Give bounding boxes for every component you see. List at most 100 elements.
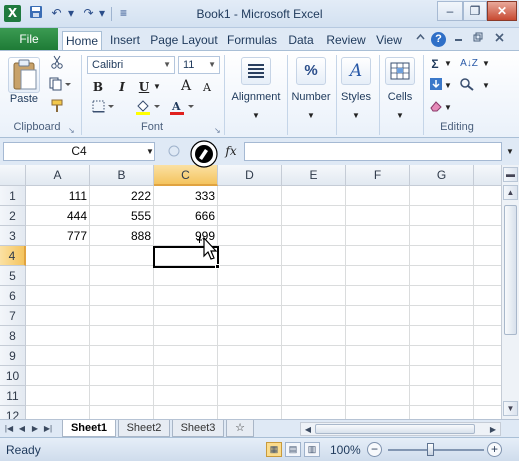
- column-header-e[interactable]: E: [282, 165, 346, 186]
- next-sheet-icon[interactable]: ▶: [29, 422, 41, 435]
- minimize-button[interactable]: –: [437, 1, 463, 21]
- chevron-down-icon[interactable]: ▼: [153, 78, 161, 96]
- workbook-minimize-icon[interactable]: [451, 32, 466, 47]
- row-header-11[interactable]: 11: [0, 386, 26, 406]
- vertical-scrollbar[interactable]: ▬ ▲ ▼: [501, 165, 519, 419]
- zoom-level[interactable]: 100%: [330, 443, 361, 457]
- format-painter-icon[interactable]: [46, 99, 68, 117]
- chevron-down-icon[interactable]: ▼: [482, 55, 490, 73]
- cell-b3[interactable]: 888: [90, 226, 154, 246]
- zoom-slider-track[interactable]: [388, 449, 484, 451]
- paste-icon[interactable]: [8, 57, 40, 93]
- borders-icon[interactable]: [90, 100, 118, 118]
- split-box-icon[interactable]: ▬: [503, 167, 518, 182]
- scroll-left-icon[interactable]: ◀: [302, 423, 314, 436]
- column-header-b[interactable]: B: [90, 165, 154, 186]
- select-all-corner[interactable]: [0, 165, 26, 186]
- row-header-12[interactable]: 12: [0, 406, 26, 419]
- cell-a2[interactable]: 444: [26, 206, 90, 226]
- sort-filter-icon[interactable]: A↓Z: [458, 55, 480, 73]
- font-name-combo[interactable]: Calibri ▼: [87, 56, 175, 74]
- chevron-down-icon[interactable]: ▼: [482, 77, 490, 95]
- workbook-close-icon[interactable]: [492, 32, 507, 47]
- normal-view-icon[interactable]: ▦: [266, 442, 282, 457]
- cell-b1[interactable]: 222: [90, 186, 154, 206]
- chevron-down-icon[interactable]: ▼: [444, 99, 452, 117]
- column-header-a[interactable]: A: [26, 165, 90, 186]
- vertical-scroll-thumb[interactable]: [504, 205, 517, 335]
- clear-icon[interactable]: [428, 99, 444, 117]
- column-header-g[interactable]: G: [410, 165, 474, 186]
- row-header-5[interactable]: 5: [0, 266, 26, 286]
- horizontal-scroll-thumb[interactable]: [315, 424, 475, 434]
- restore-button[interactable]: ❐: [463, 1, 487, 21]
- fill-icon[interactable]: [428, 77, 444, 95]
- alignment-button[interactable]: Alignment: [227, 91, 285, 103]
- collapse-ribbon-icon[interactable]: [413, 32, 428, 47]
- styles-button[interactable]: Styles: [337, 91, 375, 103]
- last-sheet-icon[interactable]: ▶|: [42, 422, 54, 435]
- fill-handle[interactable]: [215, 264, 220, 269]
- percent-icon[interactable]: %: [296, 57, 326, 85]
- tab-formulas[interactable]: Formulas: [224, 31, 280, 50]
- font-launcher-icon[interactable]: ↘: [214, 127, 222, 135]
- row-header-6[interactable]: 6: [0, 286, 26, 306]
- sheet-tab-sheet2[interactable]: Sheet2: [118, 420, 170, 437]
- name-box[interactable]: C4: [3, 142, 155, 161]
- font-size-combo[interactable]: 11 ▼: [178, 56, 220, 74]
- workbook-restore-icon[interactable]: [470, 32, 485, 47]
- tab-page-layout[interactable]: Page Layout: [148, 31, 220, 50]
- tab-insert[interactable]: Insert: [106, 31, 144, 50]
- row-header-4[interactable]: 4: [0, 246, 26, 266]
- number-button[interactable]: Number: [288, 91, 334, 103]
- row-header-3[interactable]: 3: [0, 226, 26, 246]
- underline-button[interactable]: U: [136, 78, 152, 96]
- zoom-slider-thumb[interactable]: [427, 443, 434, 456]
- row-header-9[interactable]: 9: [0, 346, 26, 366]
- cells-icon[interactable]: [385, 57, 415, 85]
- italic-button[interactable]: I: [114, 78, 130, 96]
- horizontal-scrollbar[interactable]: ◀ ▶: [300, 422, 501, 436]
- copy-icon[interactable]: [46, 77, 74, 95]
- scroll-up-icon[interactable]: ▲: [503, 185, 518, 200]
- chevron-down-icon[interactable]: ▼: [444, 77, 452, 95]
- column-header-h[interactable]: [474, 165, 501, 186]
- paste-button[interactable]: Paste: [6, 93, 42, 105]
- chevron-down-icon[interactable]: ▼: [145, 143, 155, 161]
- row-header-10[interactable]: 10: [0, 366, 26, 386]
- first-sheet-icon[interactable]: |◀: [3, 422, 15, 435]
- find-select-icon[interactable]: [458, 77, 476, 95]
- scroll-down-icon[interactable]: ▼: [503, 401, 518, 416]
- row-header-2[interactable]: 2: [0, 206, 26, 226]
- prev-sheet-icon[interactable]: ◀: [16, 422, 28, 435]
- bold-button[interactable]: B: [90, 78, 106, 96]
- chevron-down-icon[interactable]: ▼: [444, 55, 452, 73]
- tab-view[interactable]: View: [372, 31, 406, 50]
- tab-file[interactable]: File: [0, 28, 58, 50]
- font-color-icon[interactable]: A: [168, 100, 198, 118]
- insert-sheet-icon[interactable]: ☆: [226, 420, 254, 437]
- zoom-in-button[interactable]: +: [487, 442, 502, 457]
- cell-b2[interactable]: 555: [90, 206, 154, 226]
- page-layout-view-icon[interactable]: ▤: [285, 442, 301, 457]
- column-header-f[interactable]: F: [346, 165, 410, 186]
- sheet-tab-sheet3[interactable]: Sheet3: [172, 420, 224, 437]
- tab-review[interactable]: Review: [322, 31, 370, 50]
- grow-font-button[interactable]: A: [178, 77, 194, 95]
- sheet-tab-sheet1[interactable]: Sheet1: [62, 420, 116, 437]
- row-header-1[interactable]: 1: [0, 186, 26, 206]
- help-icon[interactable]: ?: [431, 32, 446, 47]
- cell-c2[interactable]: 666: [154, 206, 218, 226]
- page-break-view-icon[interactable]: ▥: [304, 442, 320, 457]
- autosum-icon[interactable]: Σ: [428, 55, 442, 73]
- shrink-font-button[interactable]: A: [200, 79, 214, 97]
- scroll-right-icon[interactable]: ▶: [487, 423, 499, 436]
- formula-input[interactable]: [244, 142, 502, 161]
- cut-icon[interactable]: [46, 55, 68, 73]
- row-header-8[interactable]: 8: [0, 326, 26, 346]
- clipboard-launcher-icon[interactable]: ↘: [68, 127, 76, 135]
- chevron-down-icon[interactable]: ▼: [504, 143, 516, 161]
- alignment-icon[interactable]: [241, 57, 271, 85]
- tab-data[interactable]: Data: [284, 31, 318, 50]
- cell-a1[interactable]: 111: [26, 186, 90, 206]
